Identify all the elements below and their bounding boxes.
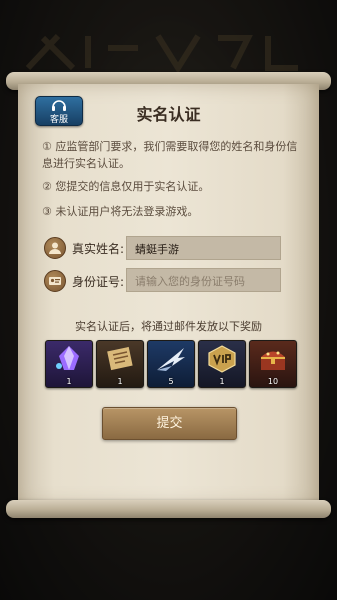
treasure-chest-icon — [261, 351, 285, 370]
dialog-title: 实名认证 — [136, 105, 201, 124]
reward-caption: 实名认证后，将通过邮件发放以下奖励 — [75, 320, 262, 333]
submit-button[interactable]: 提交 — [102, 407, 237, 440]
notice-privacy: ② 您提交的信息仅用于实名认证。 — [42, 180, 210, 193]
reward-slot-1[interactable]: 1 — [45, 340, 93, 388]
reward-count: 1 — [117, 377, 123, 386]
reward-slot-4[interactable]: 1 — [198, 340, 246, 388]
real-name-label: 真实姓名: — [72, 242, 125, 256]
notice-login-restriction: ③ 未认证用户将无法登录游戏。 — [42, 205, 199, 218]
reward-slot-5[interactable]: 10 — [249, 340, 297, 388]
reward-count: 1 — [219, 377, 225, 386]
reward-count: 10 — [267, 377, 279, 386]
scroll-map-icon — [107, 346, 133, 371]
reward-slot-2[interactable]: 1 — [96, 340, 144, 388]
vip-badge-icon — [208, 345, 236, 373]
id-number-label: 身份证号: — [72, 275, 125, 289]
real-name-input[interactable]: 蜻蜓手游 — [126, 236, 281, 260]
scroll-bottom-rod — [6, 500, 331, 518]
reward-count: 1 — [66, 377, 72, 386]
reward-slot-3[interactable]: 5 — [147, 340, 195, 388]
reward-count: 5 — [168, 377, 174, 386]
winged-blade-icon — [157, 348, 185, 371]
notice-regulation: ① 应监管部门要求，我们需要取得您的姓名和身份信息进行实名认证。 — [42, 140, 298, 170]
id-number-input[interactable]: 请输入您的身份证号码 — [126, 268, 281, 292]
purple-crystal-icon — [56, 346, 79, 370]
id-card-icon — [44, 270, 66, 292]
person-icon — [44, 237, 66, 259]
